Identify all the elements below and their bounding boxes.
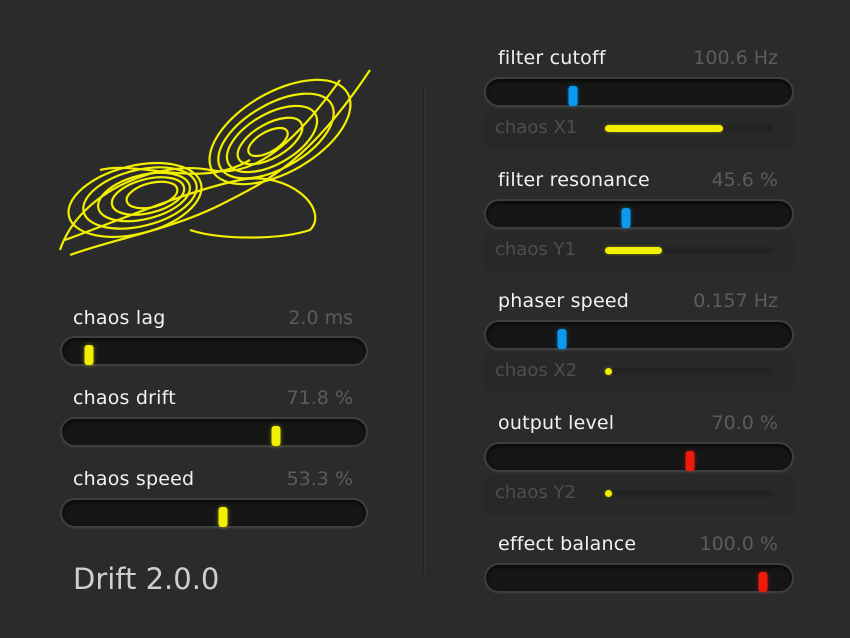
chaos-x2-mod-fill (605, 368, 612, 375)
phaser-speed-value: 0.157 Hz (693, 290, 778, 312)
chaos-x1-mod-bar[interactable] (605, 125, 773, 132)
effect-balance-control: effect balance 100.0 % (498, 533, 778, 563)
chaos-y1-label: chaos Y1 (495, 239, 576, 260)
chaos-lag-slider[interactable] (60, 336, 368, 366)
chaos-lag-label: chaos lag (73, 307, 166, 329)
chaos-attractor-display (58, 69, 371, 257)
chaos-speed-label: chaos speed (73, 468, 195, 490)
chaos-x1-mod-fill (605, 125, 723, 132)
effect-balance-slider[interactable] (484, 563, 794, 593)
output-level-slider-thumb[interactable] (685, 451, 695, 471)
effect-balance-value: 100.0 % (699, 533, 779, 555)
filter-resonance-control: filter resonance 45.6 % (498, 169, 778, 199)
phaser-speed-label: phaser speed (498, 290, 629, 312)
effect-balance-label: effect balance (498, 533, 637, 555)
chaos-attractor-icon (58, 69, 371, 257)
version-label: Drift 2.0.0 (73, 562, 220, 596)
filter-cutoff-label: filter cutoff (498, 47, 606, 69)
chaos-x1-label: chaos X1 (495, 117, 578, 138)
panel-divider (423, 85, 424, 575)
effect-balance-slider-thumb[interactable] (758, 572, 768, 592)
chaos-speed-slider-thumb[interactable] (218, 507, 228, 527)
output-level-control: output level 70.0 % (498, 412, 778, 442)
output-level-mod-row: chaos Y2 (483, 475, 793, 513)
filter-cutoff-slider[interactable] (484, 77, 794, 107)
filter-resonance-slider[interactable] (484, 199, 794, 229)
chaos-speed-value: 53.3 % (286, 468, 353, 490)
phaser-speed-slider-thumb[interactable] (557, 329, 567, 349)
chaos-x2-mod-bar[interactable] (605, 368, 773, 375)
filter-cutoff-value: 100.6 Hz (693, 47, 778, 69)
filter-resonance-mod-row: chaos Y1 (483, 232, 793, 270)
chaos-drift-label: chaos drift (73, 387, 176, 409)
chaos-y2-mod-fill (605, 490, 612, 497)
chaos-lag-slider-thumb[interactable] (84, 345, 94, 365)
output-level-value: 70.0 % (711, 412, 778, 434)
phaser-speed-control: phaser speed 0.157 Hz (498, 290, 778, 320)
drift-plugin-window: chaos lag 2.0 ms chaos drift 71.8 % chao… (0, 0, 850, 638)
filter-cutoff-control: filter cutoff 100.6 Hz (498, 47, 778, 77)
chaos-y1-mod-fill (605, 247, 663, 254)
phaser-speed-slider[interactable] (484, 320, 794, 350)
phaser-speed-mod-row: chaos X2 (483, 353, 793, 391)
chaos-drift-value: 71.8 % (286, 387, 353, 409)
filter-cutoff-mod-row: chaos X1 (483, 110, 793, 148)
chaos-drift-slider-thumb[interactable] (271, 426, 281, 446)
chaos-y2-mod-bar[interactable] (605, 490, 773, 497)
chaos-speed-slider[interactable] (60, 498, 368, 528)
chaos-lag-value: 2.0 ms (288, 307, 353, 329)
output-level-slider[interactable] (484, 442, 794, 472)
chaos-y1-mod-bar[interactable] (605, 247, 773, 254)
output-level-label: output level (498, 412, 615, 434)
chaos-x2-label: chaos X2 (495, 360, 578, 381)
filter-cutoff-slider-thumb[interactable] (568, 86, 578, 106)
chaos-drift-slider[interactable] (60, 417, 368, 447)
filter-resonance-slider-thumb[interactable] (621, 208, 631, 228)
chaos-y2-label: chaos Y2 (495, 482, 576, 503)
filter-resonance-label: filter resonance (498, 169, 650, 191)
filter-resonance-value: 45.6 % (711, 169, 778, 191)
